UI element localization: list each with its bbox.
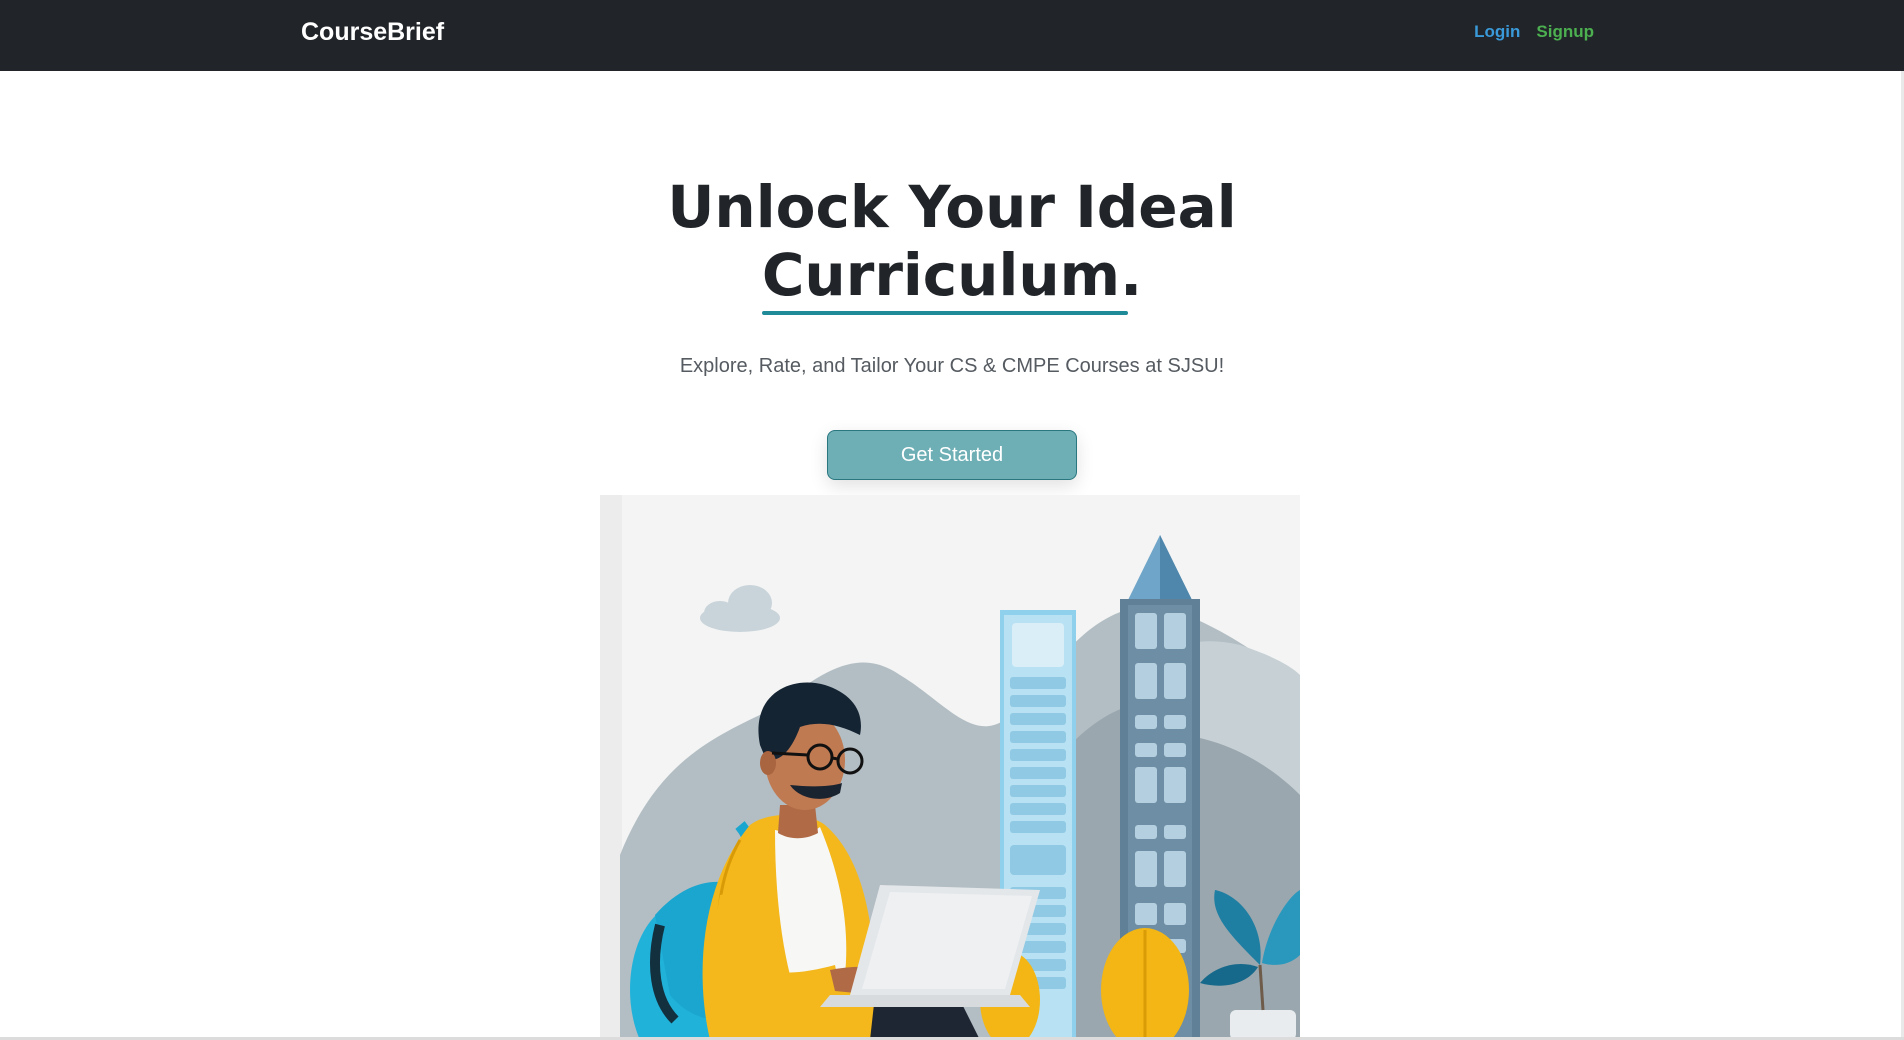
headline-line-1: Unlock Your Ideal: [667, 173, 1237, 241]
login-link[interactable]: Login: [1474, 22, 1520, 42]
headline-underlined-word: Curriculum.: [761, 241, 1143, 315]
headline-underline: [761, 311, 1129, 315]
top-navbar: CourseBrief Login Signup: [0, 0, 1904, 71]
brand-logo-link[interactable]: CourseBrief: [301, 18, 444, 47]
headline-line-2-wrap: Curriculum.: [0, 241, 1904, 315]
get-started-button[interactable]: Get Started: [827, 430, 1077, 480]
hero-subtitle: Explore, Rate, and Tailor Your CS & CMPE…: [679, 355, 1225, 377]
signup-link[interactable]: Signup: [1536, 22, 1594, 42]
nav-links: Login Signup: [1474, 22, 1594, 42]
student-laptop-illustration: [600, 495, 1300, 1040]
headline-line-2: Curriculum.: [761, 241, 1143, 309]
hero-headline: Unlock Your Ideal Curriculum.: [0, 173, 1904, 315]
